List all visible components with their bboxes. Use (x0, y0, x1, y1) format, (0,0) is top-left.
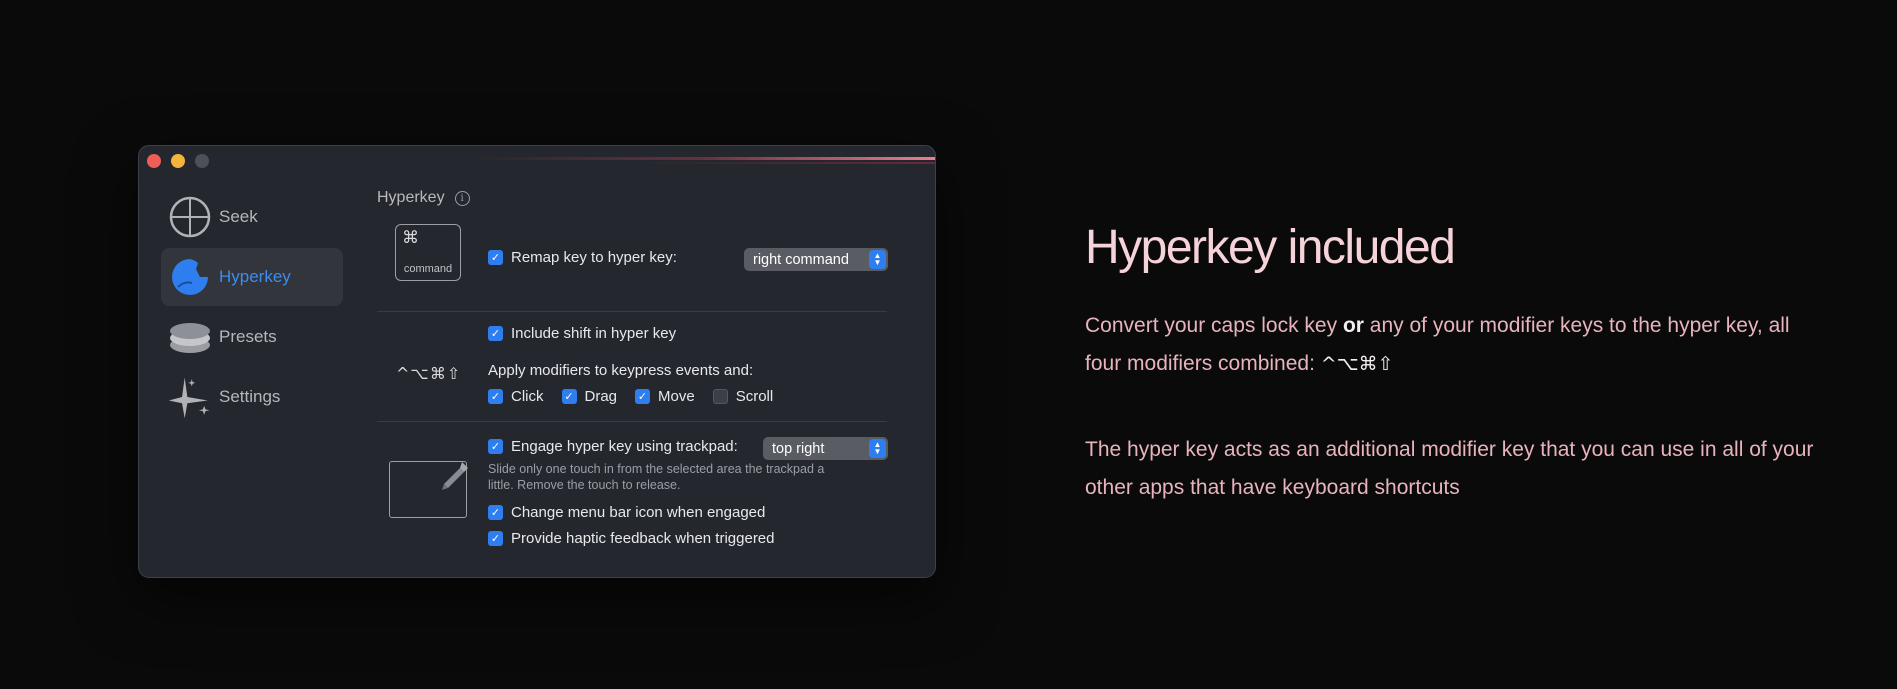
sidebar-item-settings[interactable]: Settings (161, 368, 343, 426)
trackpad-corner-popup[interactable]: top right ▲ ▼ (763, 437, 888, 460)
hyperkey-icon (167, 254, 213, 300)
trackpad-label: Engage hyper key using trackpad: (511, 438, 738, 455)
trackpad-checkbox[interactable]: ✓ (488, 439, 503, 454)
sparkle-icon (167, 374, 213, 420)
section-header: Hyperkey i (377, 186, 913, 210)
title-bar[interactable] (139, 146, 935, 178)
p1-modifier-symbols: ^⌥⌘⇧ (1320, 353, 1394, 375)
crosshair-icon (167, 194, 213, 240)
haptic-row: ✓ Provide haptic feedback when triggered (488, 530, 775, 547)
trackpad-hint-line-2: little. Remove the touch to release. (488, 478, 681, 492)
app-window: Seek Hyperkey Presets Settings Hyperkey … (138, 145, 936, 578)
remap-key-popup[interactable]: right command ▲ ▼ (744, 248, 888, 271)
click-label: Click (511, 388, 544, 405)
sidebar-item-label: Settings (219, 387, 281, 406)
sidebar-item-label: Hyperkey (219, 267, 291, 286)
p2-line-2: other apps that have keyboard shortcuts (1085, 476, 1460, 499)
move-checkbox[interactable]: ✓ (635, 389, 651, 404)
remap-key-value: right command (753, 251, 849, 268)
menu-icon-checkbox[interactable]: ✓ (488, 505, 503, 520)
menu-icon-label: Change menu bar icon when engaged (511, 504, 766, 521)
remap-label: Remap key to hyper key: (511, 249, 677, 266)
move-label: Move (658, 388, 695, 405)
command-icon: ⌘ (402, 228, 419, 248)
apply-label-row: Apply modifiers to keypress events and: (488, 362, 753, 379)
divider (377, 311, 887, 312)
trackpad-illustration (389, 461, 468, 518)
include-shift-label: Include shift in hyper key (511, 325, 677, 342)
chevron-updown-icon: ▲ ▼ (869, 439, 886, 458)
trackpad-row: ✓ Engage hyper key using trackpad: (488, 438, 738, 455)
remap-checkbox[interactable]: ✓ (488, 250, 503, 265)
titlebar-glow-secondary (635, 162, 935, 164)
haptic-checkbox[interactable]: ✓ (488, 531, 503, 546)
p1-text-a: Convert your caps lock key (1085, 314, 1338, 337)
pen-icon (442, 462, 468, 490)
keycap-label: command (403, 263, 453, 275)
haptic-label: Provide haptic feedback when triggered (511, 530, 775, 547)
sidebar: Seek Hyperkey Presets Settings (161, 188, 343, 428)
titlebar-glow (475, 157, 935, 160)
menu-icon-row: ✓ Change menu bar icon when engaged (488, 504, 765, 521)
headline: Hyperkey included (1085, 221, 1456, 274)
sidebar-item-hyperkey[interactable]: Hyperkey (161, 248, 343, 306)
remap-row: ✓ Remap key to hyper key: (488, 249, 677, 266)
scroll-checkbox[interactable]: ✓ (712, 389, 728, 404)
p1-or: or (1342, 314, 1364, 337)
scroll-label: Scroll (735, 388, 774, 405)
p1-text-c: four modifiers combined: (1085, 352, 1315, 375)
command-keycap: ⌘ command (395, 224, 461, 281)
sidebar-item-label: Presets (219, 327, 277, 346)
drag-label: Drag (584, 388, 618, 405)
paragraph-2: The hyper key acts as an additional modi… (1085, 431, 1845, 507)
include-shift-checkbox[interactable]: ✓ (488, 326, 503, 341)
include-shift-row: ✓ Include shift in hyper key (488, 325, 676, 342)
minimize-button[interactable] (171, 154, 185, 168)
trackpad-hint-line-1: Slide only one touch in from the selecte… (488, 462, 825, 476)
sidebar-item-seek[interactable]: Seek (161, 188, 343, 246)
zoom-button[interactable] (195, 154, 209, 168)
section-title: Hyperkey (377, 189, 445, 206)
apply-modifiers-label: Apply modifiers to keypress events and: (488, 362, 754, 379)
modifier-symbols: ^⌥⌘⇧ (396, 364, 462, 383)
p2-line-1: The hyper key acts as an additional modi… (1085, 438, 1814, 461)
close-button[interactable] (147, 154, 161, 168)
trackpad-corner-value: top right (772, 440, 825, 457)
hyperkey-panel: Hyperkey i ⌘ command ✓ Remap key to hype… (377, 186, 913, 547)
chevron-updown-icon: ▲ ▼ (869, 250, 886, 269)
drag-checkbox[interactable]: ✓ (561, 389, 577, 404)
p1-text-b: any of your modifier keys to the hyper k… (1369, 314, 1790, 337)
sidebar-item-presets[interactable]: Presets (161, 308, 343, 366)
sidebar-item-label: Seek (219, 207, 258, 226)
paragraph-1: Convert your caps lock key or any of you… (1085, 307, 1845, 383)
events-row: ✓ Click ✓ Drag ✓ Move ✓ Scroll (488, 388, 773, 405)
divider (377, 421, 887, 422)
info-icon[interactable]: i (454, 190, 470, 206)
click-checkbox[interactable]: ✓ (488, 389, 503, 404)
stack-icon (167, 314, 213, 360)
